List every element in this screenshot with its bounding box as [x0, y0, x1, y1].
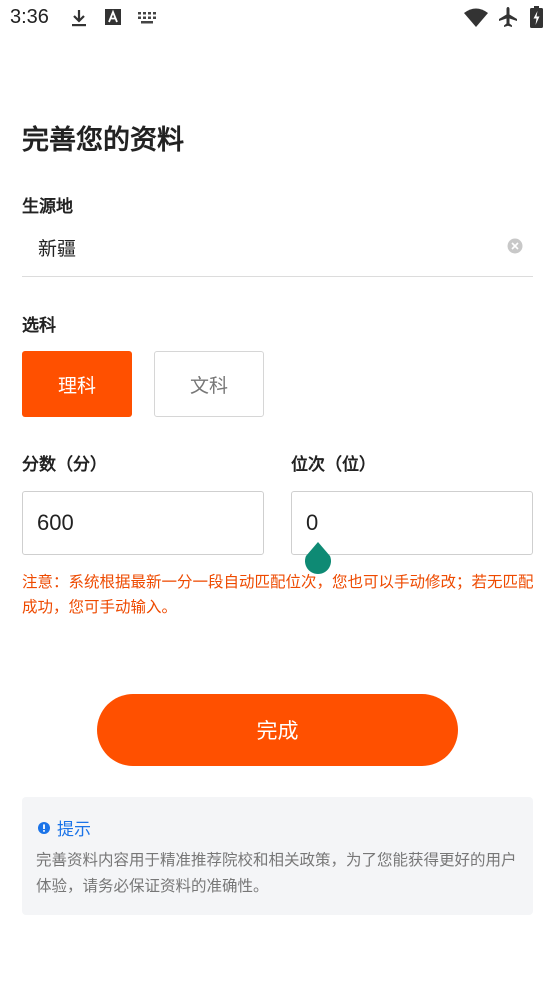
origin-label: 生源地	[22, 197, 73, 217]
origin-value[interactable]: 新疆	[38, 234, 76, 261]
battery-charging-icon	[530, 6, 543, 28]
status-time: 3:36	[10, 6, 49, 28]
status-bar: 3:36	[0, 0, 553, 38]
tip-title: 提示	[57, 820, 91, 840]
wifi-icon	[464, 8, 488, 27]
info-icon	[38, 821, 50, 834]
subject-option-science[interactable]: 理科	[22, 351, 132, 417]
clear-icon[interactable]	[507, 238, 523, 254]
page-title: 完善您的资料	[22, 125, 184, 156]
origin-field[interactable]: 新疆	[22, 218, 533, 277]
tip-text: 完善资料内容用于精准推荐院校和相关政策，为了您能获得更好的用户体验，请务必保证资…	[36, 851, 517, 895]
submit-button[interactable]: 完成	[97, 694, 458, 766]
subject-option-arts[interactable]: 文科	[154, 351, 264, 417]
score-input[interactable]: 600	[22, 491, 264, 555]
airplane-icon	[499, 7, 517, 27]
tip-header: 提示	[38, 815, 91, 840]
tip-box: 提示 完善资料内容用于精准推荐院校和相关政策，为了您能获得更好的用户体验，请务必…	[22, 797, 533, 915]
match-note: 注意：系统根据最新一分一段自动匹配位次，您也可以手动修改；若无匹配成功，您可手动…	[22, 573, 534, 616]
subject-label: 选科	[22, 316, 56, 336]
keyboard-icon	[138, 12, 156, 24]
font-a-icon	[105, 9, 121, 25]
score-label: 分数（分）	[22, 455, 107, 475]
rank-label: 位次（位）	[291, 455, 376, 475]
download-icon	[72, 10, 86, 27]
